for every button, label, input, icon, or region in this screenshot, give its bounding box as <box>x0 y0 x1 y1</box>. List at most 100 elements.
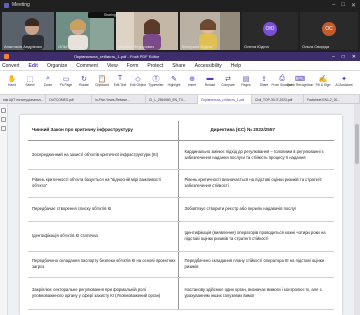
table-cell: Закріплює секторальне регулювання при фо… <box>28 277 179 310</box>
minimize-icon[interactable]: – <box>332 54 335 60</box>
table-cell: Зосередженний на захисті об'єктів критич… <box>28 140 179 170</box>
tool-label: Hand <box>8 83 16 87</box>
redact-icon: ▬ <box>206 75 214 82</box>
participant-tile[interactable]: ОС Ольга Свиріда <box>300 12 358 50</box>
bookmarks-icon[interactable] <box>1 108 6 113</box>
foxit-logo-icon <box>4 54 9 59</box>
menu-comment[interactable]: Comment <box>76 63 98 69</box>
pages-icon: ▤ <box>242 75 250 83</box>
hand-icon: ✋ <box>7 75 17 83</box>
tool-label: Zoom <box>43 83 53 87</box>
edit-text-icon: T <box>117 75 123 82</box>
table-header-left: Чинний Закон про критичну інфраструктуру <box>28 121 179 141</box>
menu-edit[interactable]: Edit <box>29 63 38 69</box>
tool-label: Fit Page <box>59 83 73 87</box>
table-cell: Кардинально змінює підхід до регулювання… <box>178 140 334 170</box>
comparison-table: Чинний Закон про критичну інфраструктуру… <box>28 121 334 310</box>
select-icon: ⬚ <box>26 75 34 83</box>
pdf-window-controls: – □ ✕ <box>332 54 360 60</box>
table-row: Передбачає створення списку об'єктів КІ … <box>28 197 334 222</box>
tool-label: Edit Text <box>113 83 127 87</box>
participant-name: Ольга Свиріда <box>302 44 330 49</box>
window-title: Порівняльна_стійкість_1.pdf - Foxit PDF … <box>74 54 160 59</box>
ai-assistant-button[interactable]: ✦ AI Assistant <box>333 72 355 94</box>
table-row: Зосередженний на захисті об'єктів критич… <box>28 140 334 170</box>
fit-page-icon: ▭ <box>62 75 70 83</box>
tool-label: Compare <box>221 83 235 87</box>
participant-tile[interactable]: Анастасія Андрієнко <box>2 12 54 50</box>
table-cell: Рівень критичності об'єкта базується на … <box>28 169 179 198</box>
tool-label: Edit Object <box>129 83 147 87</box>
menu-protect[interactable]: Protect <box>147 63 163 69</box>
meeting-window-controls: – □ ✕ <box>332 2 360 9</box>
participant-tile[interactable]: Марина Федорович <box>116 12 178 50</box>
table-cell: Рівень критичності визначається на підст… <box>178 169 334 198</box>
participant-name: Марина Федорович <box>118 44 155 49</box>
table-cell: Ідентифікація (виявлення) операторів про… <box>178 221 334 252</box>
table-cell: Ідентифікація об'єктів КІ статична <box>28 221 179 252</box>
typewriter-icon: Ⓣ <box>152 75 160 83</box>
participant-name: Катерина Юдіна <box>182 44 212 49</box>
rotate-icon: ↻ <box>81 75 87 83</box>
maximize-icon[interactable]: □ <box>341 2 345 9</box>
tool-label: Share <box>259 83 269 87</box>
menu-view[interactable]: View <box>107 63 118 69</box>
document-tab[interactable]: CI_L_2554980_EN_TX... <box>146 95 198 104</box>
navigation-sidebar <box>0 104 8 315</box>
table-row: Закріплює секторальне регулювання при фо… <box>28 277 334 310</box>
tool-label: Typewriter <box>148 83 164 87</box>
menu-organize[interactable]: Organize <box>47 63 67 69</box>
table-cell: Передбачено складання плану стійкості оп… <box>178 251 334 278</box>
table-header-right: Директива (ЄС) № 2022/2557 <box>178 121 334 141</box>
maximize-icon[interactable]: □ <box>342 54 345 60</box>
highlight-icon: ✎ <box>171 75 177 83</box>
menu-accessibility[interactable]: Accessibility <box>195 63 222 69</box>
document-tabs: ник ЦКТ інституціональн... OUTCOMES.pdf … <box>0 95 360 104</box>
document-tab[interactable]: Civil_TOP-30-IT-2023.pdf <box>252 95 304 104</box>
participant-gallery: Анастасія Андрієнко ОЛЬГА ЗЕНЬ Sharing c… <box>0 10 360 52</box>
menu-share[interactable]: Share <box>172 63 185 69</box>
tool-label: Clipboard <box>94 83 110 87</box>
tool-label: Redact <box>204 83 216 87</box>
close-icon[interactable]: ✕ <box>351 2 356 9</box>
quick-recognition-button[interactable]: ⌨ Quick Recognition <box>286 72 314 94</box>
document-tab[interactable]: OUTCOMES.pdf <box>46 95 92 104</box>
tool-label: Highlight <box>167 83 181 87</box>
document-tab-active[interactable]: Порівняльна_стійкість_1.pdf <box>198 95 252 104</box>
clipboard-icon: 📋 <box>97 75 107 83</box>
menu-convert[interactable]: Convert <box>2 63 20 69</box>
close-icon[interactable]: ✕ <box>352 54 356 60</box>
avatar: ОС <box>322 22 336 37</box>
table-header-row: Чинний Закон про критичну інфраструктуру… <box>28 121 334 141</box>
screen: Meeting – □ ✕ Анастасія Андрієнко ОЛЬГА … <box>0 0 360 315</box>
tool-label: Fill & Sign <box>315 83 331 87</box>
scanner-icon: ⎙ <box>279 74 285 82</box>
pdf-editor-window: Порівняльна_стійкість_1.pdf - Foxit PDF … <box>0 52 360 315</box>
comments-icon[interactable] <box>1 126 6 131</box>
vertical-scrollbar[interactable] <box>354 104 360 315</box>
minimize-icon[interactable]: – <box>332 2 335 9</box>
participant-name: ОЛЬГА ЗЕНЬ <box>58 44 83 49</box>
teams-icon <box>4 2 9 8</box>
meeting-titlebar: Meeting – □ ✕ <box>0 0 360 10</box>
participant-tile[interactable]: ОЮ Олена Юдіна <box>242 12 298 50</box>
table-row: Рівень критичності об'єкта базується на … <box>28 169 334 198</box>
tool-label: Select <box>25 83 35 87</box>
thumbnails-icon[interactable] <box>1 117 6 122</box>
menu-form[interactable]: Form <box>127 63 139 69</box>
tool-label: Rotate <box>79 83 89 87</box>
zoom-icon: ⌕ <box>46 74 50 82</box>
menu-help[interactable]: Help <box>231 63 241 69</box>
table-cell: Передбачено складання паспорту безпеки о… <box>28 251 179 278</box>
document-tab[interactable]: In-Five-Years-Rebase... <box>92 95 146 104</box>
document-tab[interactable]: ник ЦКТ інституціональн... <box>0 95 46 104</box>
table-cell: Настанову здійснює один орган, визначає … <box>178 277 334 310</box>
document-tab[interactable]: Factsheet EN1-2_20... <box>304 95 360 104</box>
tool-label: AI Assistant <box>335 83 353 87</box>
fill-sign-button[interactable]: ✍ Fill & Sign <box>312 72 334 94</box>
edit-object-icon: ◇ <box>135 75 141 83</box>
menu-bar: Convert Edit Organize Comment View Form … <box>0 61 360 71</box>
tool-label: Quick Recognition <box>286 83 314 87</box>
scrollbar-thumb[interactable] <box>355 124 359 164</box>
participant-tile[interactable]: Катерина Юдіна <box>180 12 240 50</box>
